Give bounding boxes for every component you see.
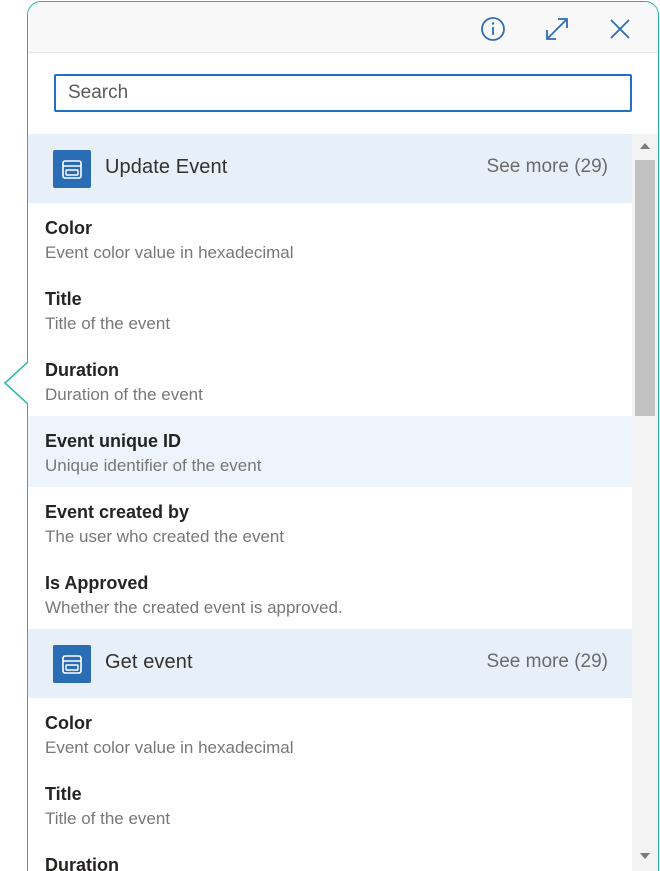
- item-description: Event color value in hexadecimal: [45, 243, 294, 262]
- item-name: Color: [45, 713, 92, 733]
- info-button[interactable]: [478, 14, 508, 44]
- item-description: Whether the created event is approved.: [45, 598, 343, 617]
- item-description: Title of the event: [45, 809, 171, 828]
- expand-icon: [546, 18, 568, 40]
- item-name: Event created by: [45, 502, 190, 522]
- item-description: Duration of the event: [45, 385, 203, 404]
- list-item[interactable]: Title Title of the event: [28, 274, 632, 345]
- dynamic-content-list: Update Event See more (29) Color Event c…: [28, 134, 632, 871]
- info-icon: [481, 17, 505, 41]
- list-item[interactable]: Duration Duration of the event: [28, 345, 632, 416]
- scroll-down-button[interactable]: [632, 846, 658, 866]
- scrollbar-thumb[interactable]: [635, 160, 655, 416]
- item-name: Duration: [45, 855, 119, 871]
- close-icon: [610, 19, 630, 39]
- group-header-update-event: Update Event See more (29): [28, 134, 632, 203]
- list-item[interactable]: Title Title of the event: [28, 769, 632, 840]
- item-name: Color: [45, 218, 92, 238]
- close-button[interactable]: [605, 14, 635, 44]
- calendar-event-icon: [53, 150, 91, 188]
- list-item-highlighted[interactable]: Event unique ID Unique identifier of the…: [28, 416, 632, 487]
- callout-pointer: [4, 360, 32, 406]
- arrow-up-icon: [640, 143, 650, 149]
- list-item[interactable]: Event created by The user who created th…: [28, 487, 632, 558]
- item-name: Title: [45, 784, 82, 804]
- group-title: Update Event: [105, 156, 228, 178]
- item-name: Event unique ID: [45, 431, 182, 451]
- search-input[interactable]: [56, 76, 630, 110]
- list-item[interactable]: Is Approved Whether the created event is…: [28, 558, 632, 629]
- dynamic-content-flyout: Update Event See more (29) Color Event c…: [0, 0, 660, 871]
- flyout-header: [28, 2, 658, 53]
- item-description: Event color value in hexadecimal: [45, 738, 294, 757]
- scroll-up-button[interactable]: [632, 136, 658, 156]
- list-item[interactable]: Color Event color value in hexadecimal: [28, 203, 632, 274]
- arrow-down-icon: [640, 853, 650, 859]
- list-item[interactable]: Duration: [28, 840, 632, 871]
- see-more-link[interactable]: See more (29): [487, 156, 608, 178]
- item-name: Title: [45, 289, 82, 309]
- item-name: Duration: [45, 360, 119, 380]
- calendar-event-icon: [53, 645, 91, 683]
- vertical-scrollbar[interactable]: [632, 134, 658, 871]
- item-description: Unique identifier of the event: [45, 456, 262, 475]
- group-title: Get event: [105, 651, 193, 673]
- list-item[interactable]: Color Event color value in hexadecimal: [28, 698, 632, 769]
- search-box[interactable]: [54, 74, 632, 112]
- item-description: The user who created the event: [45, 527, 285, 546]
- group-header-get-event: Get event See more (29): [28, 629, 632, 698]
- item-name: Is Approved: [45, 573, 149, 593]
- see-more-link[interactable]: See more (29): [487, 651, 608, 673]
- item-description: Title of the event: [45, 314, 171, 333]
- expand-button[interactable]: [542, 14, 572, 44]
- flyout-panel: Update Event See more (29) Color Event c…: [27, 1, 659, 871]
